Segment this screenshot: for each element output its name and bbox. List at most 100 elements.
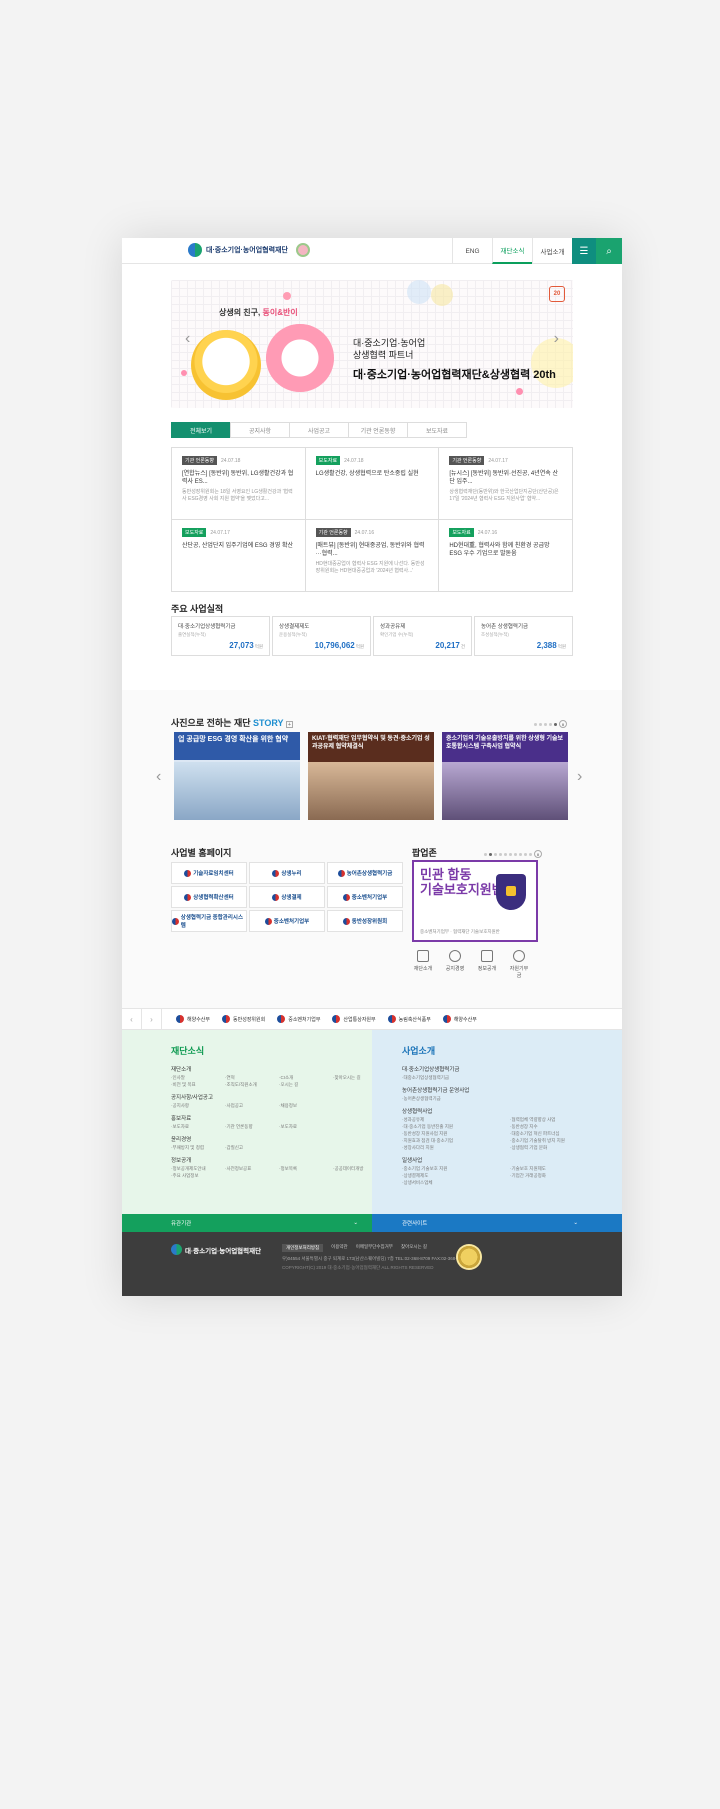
- pager-dot[interactable]: [489, 852, 492, 856]
- related-agencies-select[interactable]: 유관기관 ⌄: [122, 1214, 372, 1232]
- tab-business-notice[interactable]: 사업공고: [289, 422, 349, 438]
- sitemap-link[interactable]: ·대중소기업상생협력기금: [402, 1075, 504, 1081]
- sitemap-link[interactable]: ·비전 및 목표: [171, 1082, 219, 1088]
- related-org[interactable]: 농림축산식품부: [387, 1015, 431, 1023]
- sitemap-link[interactable]: ·기술보호 지원제도: [510, 1166, 612, 1172]
- pager-dot[interactable]: [484, 852, 487, 856]
- pager-dot[interactable]: [554, 722, 557, 726]
- sitemap-link[interactable]: ·정보공개제도안내: [171, 1166, 219, 1172]
- sitemap-link[interactable]: ·보도자료: [279, 1124, 327, 1130]
- related-org[interactable]: 동반성장위원회: [222, 1015, 265, 1023]
- news-card[interactable]: 기관 언론동향 24.07.17 [뉴시스] [동반위] 동반위·선진공, 4년연…: [439, 448, 573, 520]
- quick-link[interactable]: 재단소개: [412, 950, 434, 979]
- sitemap-group-title[interactable]: 홍보자료: [171, 1114, 372, 1122]
- pager-dot[interactable]: [534, 722, 537, 726]
- sitemap-group-title[interactable]: 상생협력사업: [402, 1107, 622, 1115]
- sitemap-group-title[interactable]: 재단소개: [171, 1065, 372, 1073]
- sitemap-link[interactable]: ·상생서비스업체: [402, 1180, 504, 1186]
- pause-icon[interactable]: II: [559, 720, 567, 728]
- story-photo[interactable]: KIAT-협력재단 업무협약식 및 동견·중소기업 성과공유제 협약체결식: [308, 732, 434, 820]
- banner-prev-arrow-icon[interactable]: ‹: [185, 330, 190, 348]
- related-sites-select[interactable]: 관련사이트 ⌄: [372, 1214, 622, 1232]
- news-card[interactable]: 기관 언론동향 24.07.18 [연합뉴스] [동반위] 동반위, LG생활건강…: [172, 448, 306, 520]
- sitemap-link[interactable]: ·부패방지 및 청렴: [171, 1145, 219, 1151]
- sitemap-link[interactable]: ·상생결제제도: [402, 1173, 504, 1179]
- sitemap-link[interactable]: ·사업공고: [225, 1103, 273, 1109]
- story-photo[interactable]: 중소기업의 기술유출방지를 위한 상생형 기술보호통합시스템 구축사업 협약식: [442, 732, 568, 820]
- sitemap-link[interactable]: ·연혁: [225, 1075, 273, 1081]
- quick-link[interactable]: 공지경영: [444, 950, 466, 979]
- sitemap-link[interactable]: ·사전정보공표: [225, 1166, 273, 1172]
- main-banner[interactable]: 상생의 친구, 동이&반이 대·중소기업·농어업 상생협력 파트너 대·중소기업…: [171, 280, 573, 408]
- sitemap-link[interactable]: ·정보목록: [279, 1166, 327, 1172]
- directions-link[interactable]: 찾아오시는 길: [401, 1244, 427, 1252]
- pager-dot[interactable]: [529, 852, 532, 856]
- related-org[interactable]: 산업통상자원부: [332, 1015, 376, 1023]
- pager-dot[interactable]: [539, 722, 542, 726]
- homepage-link[interactable]: 상생협력기금 종합관리시스템: [171, 910, 247, 932]
- news-card[interactable]: 보도자료 24.07.18 LG생활건강, 상생협력으로 탄소중립 실현: [305, 448, 440, 520]
- sitemap-link[interactable]: ·주요 사업정보: [171, 1173, 219, 1179]
- sitemap-link[interactable]: ·중소기업 기술탈취 방지 지원: [510, 1138, 612, 1144]
- terms-link[interactable]: 이용약관: [331, 1244, 348, 1252]
- sitemap-link[interactable]: ·인사말: [171, 1075, 219, 1081]
- sitemap-link[interactable]: ·지원효과 점검 대·중소기업: [402, 1138, 504, 1144]
- privacy-link[interactable]: 개인정보처리방침: [282, 1244, 324, 1252]
- sitemap-link[interactable]: ·동반성장 지수: [510, 1124, 612, 1130]
- sitemap-link[interactable]: ·성과공유제: [402, 1117, 504, 1123]
- sitemap-link[interactable]: ·기업간 거래공정화: [510, 1173, 612, 1179]
- related-org[interactable]: 중소벤처기업부: [277, 1015, 320, 1023]
- homepage-link[interactable]: 중소벤처기업부: [249, 910, 325, 932]
- popup-banner[interactable]: 민관 합동 기술보호지원반 중소벤처기업부 · 협력재단 기술보호지원반: [412, 860, 538, 942]
- sitemap-link[interactable]: ·협력업체 역량향상 사업: [510, 1117, 612, 1123]
- sitemap-link[interactable]: ·오시는 길: [279, 1082, 327, 1088]
- sitemap-link[interactable]: ·동반성장 지원사업 지원: [402, 1131, 504, 1137]
- tab-press-trend[interactable]: 기관 언론동향: [348, 422, 408, 438]
- quick-link[interactable]: 정보공개: [476, 950, 498, 979]
- homepage-link[interactable]: 기술자료임치센터: [171, 862, 247, 884]
- sitemap-link[interactable]: ·보도자료: [171, 1124, 219, 1130]
- homepage-link[interactable]: 중소벤처기업부: [327, 886, 403, 908]
- sitemap-link[interactable]: ·채용정보: [279, 1103, 327, 1109]
- pager-dot[interactable]: [524, 852, 527, 856]
- sitemap-link[interactable]: ·공지사항: [171, 1103, 219, 1109]
- banner-next-arrow-icon[interactable]: ›: [554, 330, 559, 348]
- story-photo[interactable]: 업 공급망 ESG 경영 확산을 위한 협약: [174, 732, 300, 820]
- tab-all[interactable]: 전체보기: [171, 422, 231, 438]
- sitemap-link[interactable]: ·농어촌상생협력기금: [402, 1096, 504, 1102]
- sitemap-group-title[interactable]: 일생사업: [402, 1156, 622, 1164]
- pager-dot[interactable]: [509, 852, 512, 856]
- sitemap-group-title[interactable]: 윤리경영: [171, 1135, 372, 1143]
- pager-dot[interactable]: [544, 722, 547, 726]
- homepage-link[interactable]: 동반성장위원회: [327, 910, 403, 932]
- pager-dot[interactable]: [519, 852, 522, 856]
- pager-dot[interactable]: [499, 852, 502, 856]
- sitemap-group-title[interactable]: 공지사항/사업공고: [171, 1093, 372, 1101]
- sitemap-group-title[interactable]: 농어촌상생협력기금 운영사업: [402, 1086, 622, 1094]
- nav-eng[interactable]: ENG: [452, 238, 492, 264]
- chevron-left-icon[interactable]: ‹: [122, 1008, 142, 1030]
- tab-notice[interactable]: 공지사항: [230, 422, 290, 438]
- sitemap-link[interactable]: ·대·중소기업 동반진출 지원: [402, 1124, 504, 1130]
- sitemap-link[interactable]: ·성장사다리 지원: [402, 1145, 504, 1151]
- news-card[interactable]: 보도자료 24.07.16 HD현대重, 협력사와 함께 친환경 공급망 ESG …: [439, 520, 573, 592]
- story-more-icon[interactable]: +: [285, 721, 293, 728]
- pause-icon[interactable]: II: [534, 850, 542, 858]
- homepage-link[interactable]: 상생결제: [249, 886, 325, 908]
- email-policy-link[interactable]: 이메일무단수집거부: [356, 1244, 393, 1252]
- tab-press-release[interactable]: 보도자료: [407, 422, 467, 438]
- sitemap-link[interactable]: ·기관 언론동향: [225, 1124, 273, 1130]
- site-logo[interactable]: 대·중소기업·농어업협력재단: [188, 243, 310, 257]
- quick-link[interactable]: 자원기부금: [508, 950, 530, 979]
- sitemap-link[interactable]: ·중소기업 기술보호 지원: [402, 1166, 504, 1172]
- search-button[interactable]: ⌕: [596, 238, 622, 264]
- sitemap-group-title[interactable]: 대·중소기업상생협력기금: [402, 1065, 622, 1073]
- pager-dot[interactable]: [504, 852, 507, 856]
- homepage-link[interactable]: 상생누리: [249, 862, 325, 884]
- homepage-link[interactable]: 상생협력확산센터: [171, 886, 247, 908]
- related-org[interactable]: 해양수산부: [442, 1015, 477, 1023]
- story-next-arrow-icon[interactable]: ›: [577, 768, 582, 786]
- pager-dot[interactable]: [549, 722, 552, 726]
- sitemap-link[interactable]: ·갑질신고: [225, 1145, 273, 1151]
- related-org[interactable]: 해양수산부: [176, 1015, 210, 1023]
